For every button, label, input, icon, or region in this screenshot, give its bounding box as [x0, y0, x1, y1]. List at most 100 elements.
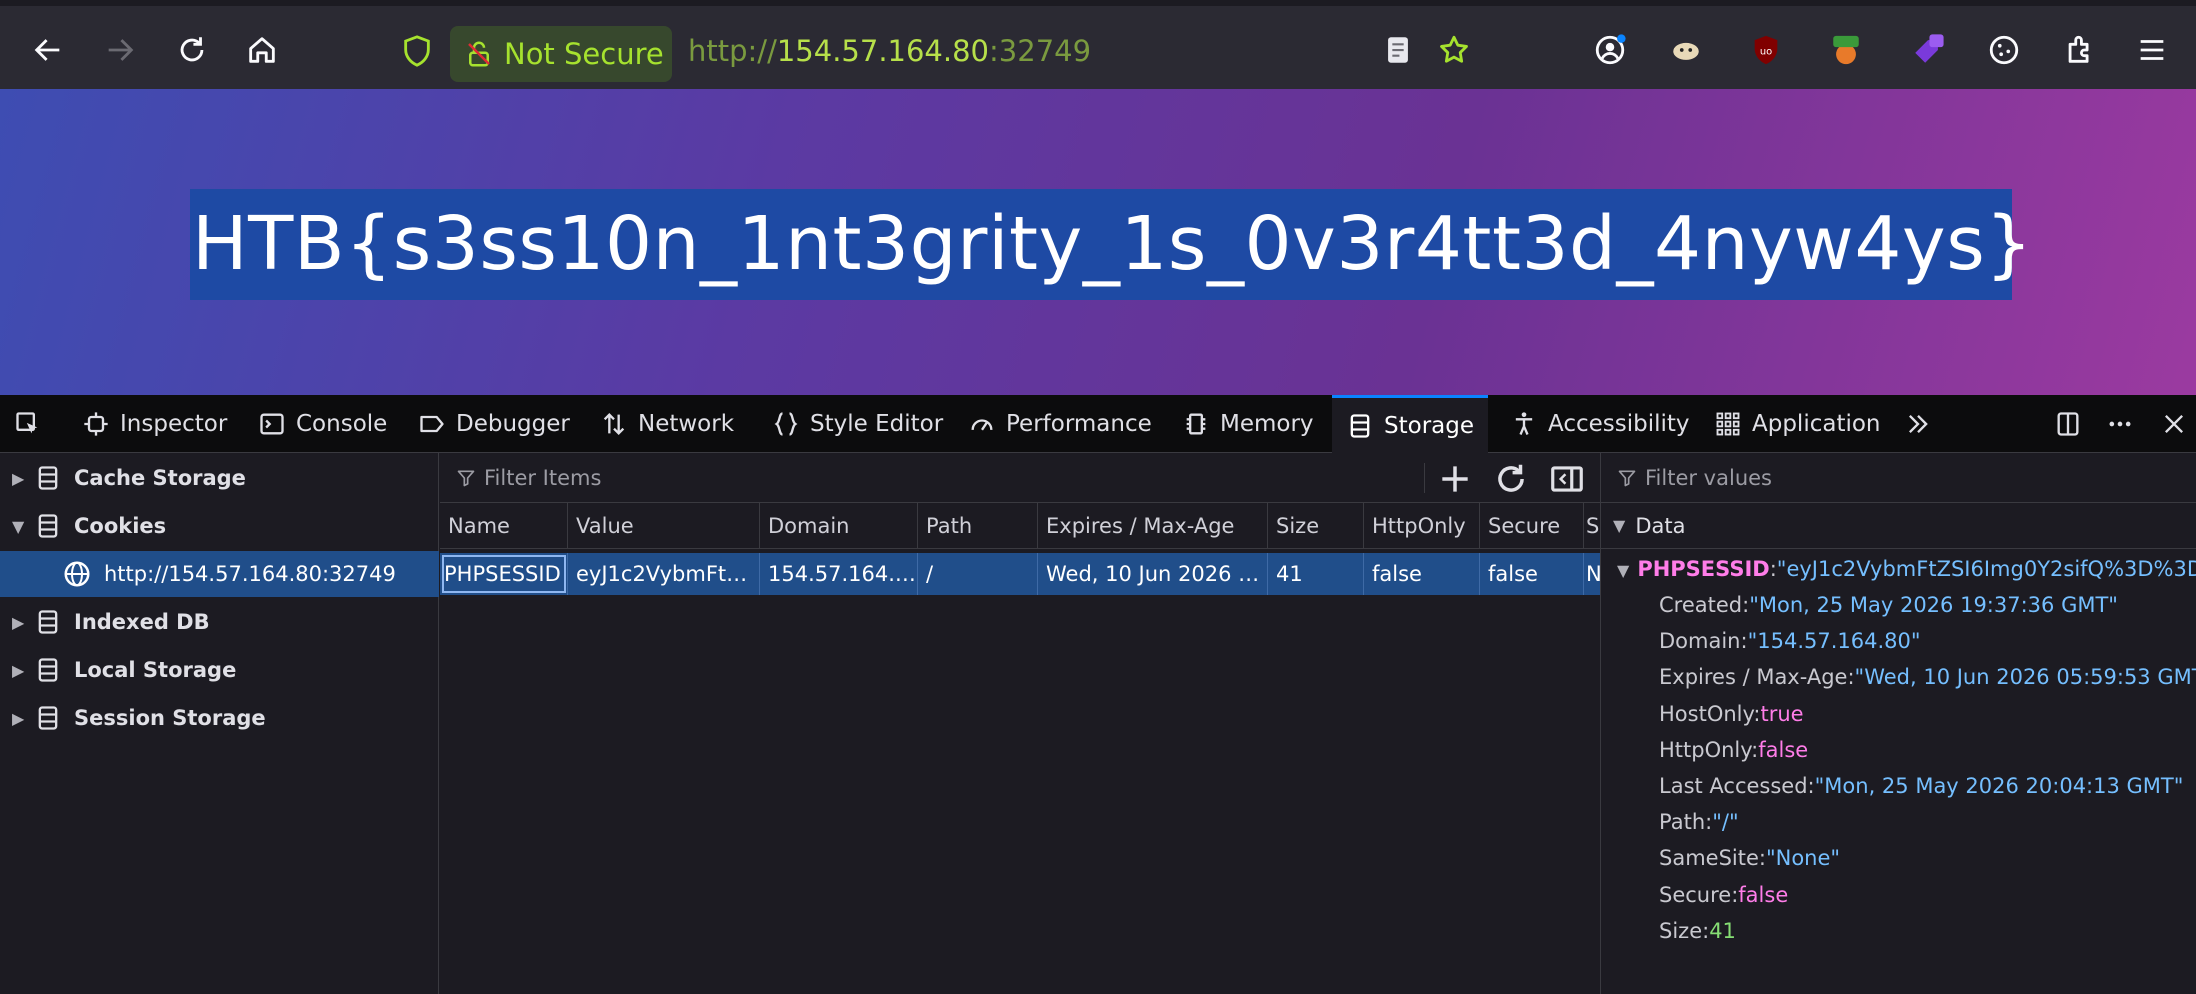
ublock-button[interactable]: uo — [1742, 26, 1790, 74]
tab-inspector[interactable]: Inspector — [82, 395, 227, 453]
sidebar-item-cookies[interactable]: ▼ Cookies — [0, 503, 439, 549]
column-header-expires[interactable]: Expires / Max-Age — [1038, 503, 1268, 549]
add-item-plus-icon[interactable] — [1436, 460, 1474, 498]
cell-secure[interactable]: false — [1480, 553, 1584, 595]
collapse-arrow-icon[interactable]: ▼ — [12, 517, 28, 536]
tracking-protection-shield-icon[interactable] — [400, 34, 434, 68]
filter-items-input[interactable]: Filter Items — [456, 466, 601, 490]
tab-storage[interactable]: Storage — [1332, 395, 1488, 453]
cookie-property-row[interactable]: Domain:"154.57.164.80" — [1659, 629, 1921, 653]
flag-heading[interactable]: HTB{s3ss10n_1nt3grity_1s_0v3r4tt3d_4nyw4… — [190, 189, 2032, 300]
column-header-httponly[interactable]: HttpOnly — [1364, 503, 1480, 549]
tab-debugger[interactable]: Debugger — [418, 395, 570, 453]
tab-performance[interactable]: Performance — [968, 395, 1152, 453]
back-arrow-icon — [34, 39, 60, 61]
cell-expires[interactable]: Wed, 10 Jun 2026 0… — [1038, 553, 1268, 595]
table-row[interactable]: PHPSESSID eyJ1c2VybmFt… 154.57.164.80 / … — [440, 553, 1600, 595]
cookie-table-panel: Filter Items Name Value Domain Path Expi… — [440, 453, 1600, 994]
cookie-property-row[interactable]: Last Accessed:"Mon, 25 May 2026 20:04:13… — [1659, 774, 2183, 798]
reader-view-button[interactable] — [1374, 26, 1422, 74]
element-picker-button[interactable] — [14, 395, 42, 453]
cookie-property-row[interactable]: Path:"/" — [1659, 810, 1739, 834]
expand-arrow-icon[interactable]: ▶ — [12, 613, 28, 632]
account-button[interactable] — [1586, 26, 1634, 74]
cell-path[interactable]: / — [918, 553, 1038, 595]
tab-memory[interactable]: Memory — [1182, 395, 1314, 453]
column-header-value[interactable]: Value — [568, 503, 760, 549]
property-value: "/" — [1712, 810, 1739, 835]
property-value: "Wed, 10 Jun 2026 05:59:53 GMT" — [1854, 665, 2196, 690]
column-header-name[interactable]: Name — [440, 503, 568, 549]
extension-badge-button[interactable] — [1904, 26, 1952, 74]
colon-separator: : — [1769, 557, 1777, 581]
extension-cat-button[interactable] — [1662, 26, 1710, 74]
burp-extension-icon — [1833, 35, 1859, 65]
cookie-property-row[interactable]: Size:41 — [1659, 919, 1736, 943]
filter-values-input[interactable]: Filter values — [1601, 453, 2196, 503]
tab-style-editor[interactable]: Style Editor — [772, 395, 943, 453]
cookie-property-row[interactable]: HttpOnly:false — [1659, 738, 1808, 762]
burp-extension-button[interactable] — [1822, 26, 1870, 74]
collapse-arrow-icon[interactable]: ▼ — [1617, 561, 1629, 580]
cookie-entry-name: PHPSESSID — [1637, 557, 1770, 581]
table-header-row: Name Value Domain Path Expires / Max-Age… — [440, 503, 1600, 549]
tab-accessibility[interactable]: Accessibility — [1510, 395, 1690, 453]
refresh-items-icon[interactable] — [1492, 460, 1530, 498]
filter-funnel-icon — [1618, 470, 1636, 486]
cell-domain[interactable]: 154.57.164.80 — [760, 553, 918, 595]
cookie-entry[interactable]: ▼ PHPSESSID:"eyJ1c2VybmFtZSI6Img0Y2sifQ%3… — [1617, 557, 2196, 581]
devtools-options-button[interactable] — [2106, 395, 2134, 453]
expand-arrow-icon[interactable]: ▶ — [12, 469, 28, 488]
more-tools-button[interactable] — [1904, 395, 1932, 453]
toggle-sidebar-icon[interactable] — [1548, 460, 1586, 498]
back-button[interactable] — [24, 26, 72, 74]
sidebar-item-session-storage[interactable]: ▶ Session Storage — [0, 695, 439, 741]
cookie-property-row[interactable]: Created:"Mon, 25 May 2026 19:37:36 GMT" — [1659, 593, 2118, 617]
sidebar-item-cookie-host[interactable]: http://154.57.164.80:32749 — [0, 551, 439, 597]
app-menu-button[interactable] — [2128, 26, 2176, 74]
cell-value[interactable]: eyJ1c2VybmFt… — [568, 553, 760, 595]
data-section-header[interactable]: ▼ Data — [1601, 503, 2196, 549]
column-header-samesite[interactable]: S — [1584, 503, 1600, 549]
collapse-arrow-icon[interactable]: ▼ — [1613, 516, 1625, 535]
url-field[interactable]: http://154.57.164.80:32749 — [688, 34, 1091, 68]
cookie-extension-button[interactable] — [1980, 26, 2028, 74]
cell-httponly[interactable]: false — [1364, 553, 1480, 595]
extensions-button[interactable] — [2056, 26, 2104, 74]
tab-application[interactable]: Application — [1714, 395, 1881, 453]
cell-samesite[interactable]: N — [1584, 553, 1600, 595]
cookie-property-row[interactable]: HostOnly:true — [1659, 702, 1804, 726]
cookie-property-row[interactable]: SameSite:"None" — [1659, 846, 1840, 870]
column-header-path[interactable]: Path — [918, 503, 1038, 549]
cell-size[interactable]: 41 — [1268, 553, 1364, 595]
expand-arrow-icon[interactable]: ▶ — [12, 661, 28, 680]
tab-network[interactable]: Network — [600, 395, 734, 453]
debugger-icon — [420, 415, 444, 433]
cookie-property-row[interactable]: Expires / Max-Age:"Wed, 10 Jun 2026 05:5… — [1659, 665, 2196, 689]
close-devtools-button[interactable] — [2160, 395, 2188, 453]
forward-button[interactable] — [96, 26, 144, 74]
column-header-size[interactable]: Size — [1268, 503, 1364, 549]
sidebar-item-indexed-db[interactable]: ▶ Indexed DB — [0, 599, 439, 645]
cookie-property-row[interactable]: Secure:false — [1659, 883, 1788, 907]
broken-lock-icon — [468, 41, 490, 67]
reload-button[interactable] — [168, 26, 216, 74]
property-key: SameSite: — [1659, 846, 1766, 871]
tab-console[interactable]: Console — [258, 395, 387, 453]
filter-values-placeholder: Filter values — [1645, 465, 1772, 490]
bookmark-button[interactable] — [1430, 26, 1478, 74]
home-button[interactable] — [238, 26, 286, 74]
sidebar-item-label: Session Storage — [74, 706, 266, 730]
column-header-domain[interactable]: Domain — [760, 503, 918, 549]
cookie-data-panel: Filter values ▼ Data ▼ PHPSESSID:"eyJ1c2V… — [1600, 453, 2196, 994]
tab-console-label: Console — [296, 411, 388, 437]
cell-name[interactable]: PHPSESSID — [440, 553, 568, 595]
dock-side-button[interactable] — [2054, 395, 2082, 453]
sidebar-item-local-storage[interactable]: ▶ Local Storage — [0, 647, 439, 693]
column-header-secure[interactable]: Secure — [1480, 503, 1584, 549]
sidebar-item-label: Cache Storage — [74, 466, 246, 490]
not-secure-badge[interactable]: Not Secure — [450, 26, 672, 82]
expand-arrow-icon[interactable]: ▶ — [12, 709, 28, 728]
memory-chip-icon — [1186, 413, 1206, 435]
sidebar-item-cache-storage[interactable]: ▶ Cache Storage — [0, 455, 439, 501]
